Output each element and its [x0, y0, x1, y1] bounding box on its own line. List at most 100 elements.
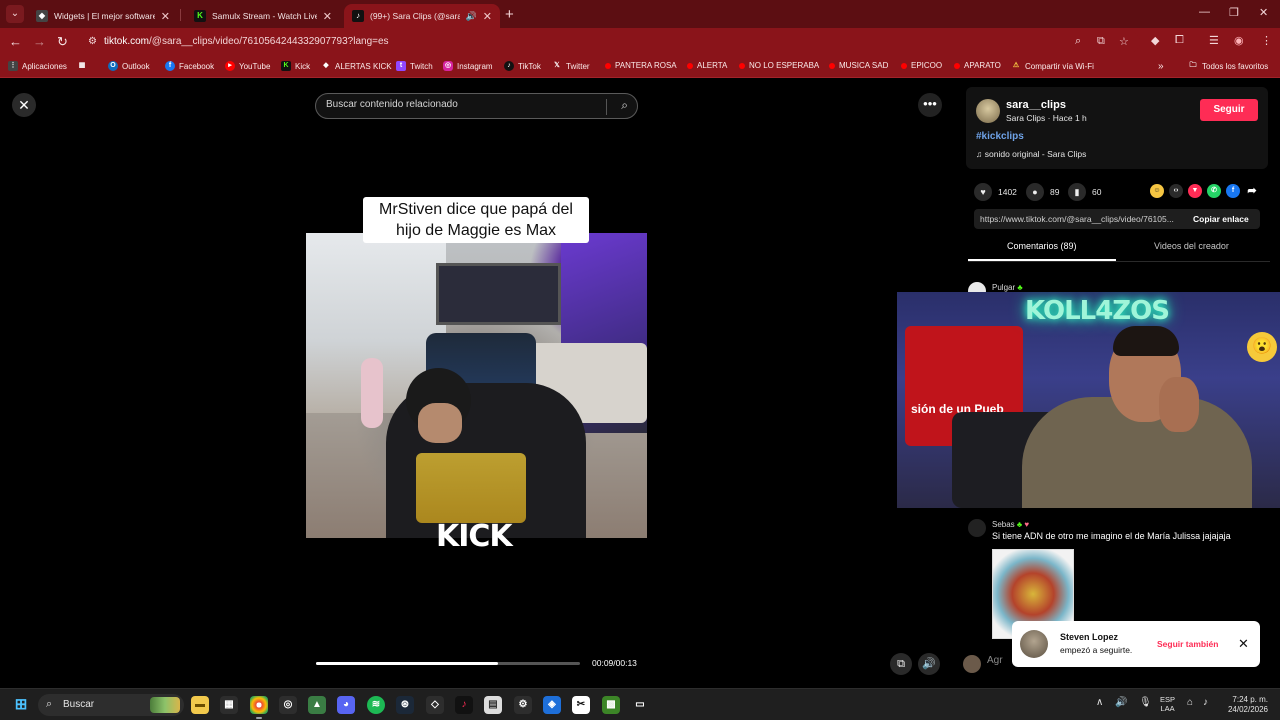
show-hidden-icons[interactable]: ∧	[1096, 697, 1103, 708]
related-search-input[interactable]	[326, 99, 596, 110]
file-explorer-icon[interactable]: ▬	[191, 696, 209, 714]
forward-icon[interactable]: →	[33, 34, 46, 49]
video-frame[interactable]	[306, 233, 647, 538]
volume-icon[interactable]: 🔊	[918, 653, 940, 675]
notepad-icon[interactable]: ▤	[484, 696, 502, 714]
close-window-icon[interactable]: ✕	[1259, 6, 1268, 19]
install-app-icon[interactable]: ⧉	[1097, 35, 1105, 48]
minimize-icon[interactable]: —	[1199, 6, 1210, 18]
share-link-url[interactable]: https://www.tiktok.com/@sara__clips/vide…	[980, 214, 1180, 224]
close-tab-icon[interactable]: ✕	[323, 10, 332, 23]
bookmark-aplicaciones[interactable]: ⋮ Aplicaciones	[8, 61, 67, 71]
minecraft-icon[interactable]: ▩	[602, 696, 620, 714]
spotify-icon[interactable]: ≋	[367, 696, 385, 714]
creator-avatar[interactable]	[976, 99, 1000, 123]
discord-icon[interactable]: ◕	[337, 696, 355, 714]
bookmark-kick[interactable]: K Kick	[281, 61, 310, 71]
bookmark-facebook[interactable]: f Facebook	[165, 61, 214, 71]
bookmark-instagram[interactable]: ◎ Instagram	[443, 61, 493, 71]
repost-icon[interactable]: ☺	[1150, 184, 1164, 198]
microphone-icon[interactable]: 🎙	[1139, 697, 1152, 708]
like-button[interactable]: ♥ 1402	[974, 183, 1017, 201]
follow-back-button[interactable]: Seguir también	[1157, 639, 1218, 649]
follow-button[interactable]: Seguir	[1200, 99, 1258, 121]
tab-comments[interactable]: Comentarios (89)	[1007, 241, 1077, 251]
chrome-menu-icon[interactable]: ⋮	[1261, 34, 1272, 47]
tab-widgets[interactable]: ◆ Widgets | El mejor software pa ✕	[28, 4, 178, 28]
back-icon[interactable]: ←	[9, 34, 22, 49]
app-icon[interactable]: ◇	[426, 696, 444, 714]
save-button[interactable]: ▮ 60	[1068, 183, 1101, 201]
chrome-dev-icon[interactable]: ◎	[279, 696, 297, 714]
app-icon[interactable]: ◈	[543, 696, 561, 714]
more-options-icon[interactable]: •••	[918, 93, 942, 117]
embed-icon[interactable]: ‹›	[1169, 184, 1183, 198]
extension-icon[interactable]: ◆	[1151, 34, 1159, 47]
url-text[interactable]: tiktok.com/@sara__clips/video/7610564244…	[104, 36, 389, 47]
picture-in-picture-icon[interactable]: ⧉	[890, 653, 912, 675]
windows-start-icon[interactable]: ⊞	[12, 696, 30, 714]
app-icon[interactable]: ▭	[631, 696, 649, 714]
chrome-icon[interactable]	[250, 696, 268, 714]
bookmark-youtube[interactable]: ▸ YouTube	[225, 61, 270, 71]
comment-input[interactable]: Agr	[987, 655, 1003, 666]
send-icon[interactable]: ▼	[1188, 184, 1202, 198]
bookmark-aparato[interactable]: APARATO	[954, 61, 1001, 70]
bookmark-no-lo-esperaba[interactable]: NO LO ESPERABA	[739, 61, 819, 70]
bookmark-grid[interactable]: ▦	[77, 61, 87, 71]
related-search-bar[interactable]: ⌕	[315, 93, 638, 119]
all-bookmarks-folder[interactable]: 🗀 Todos los favoritos	[1188, 61, 1269, 71]
bookmark-twitch[interactable]: t Twitch	[396, 61, 433, 71]
bookmark-star-icon[interactable]: ☆	[1119, 35, 1129, 48]
video-progress-bar[interactable]	[316, 662, 580, 665]
tab-creator-videos[interactable]: Videos del creador	[1154, 241, 1229, 251]
store-icon[interactable]: ▦	[220, 696, 238, 714]
address-bar[interactable]: ⚙ tiktok.com/@sara__clips/video/76105642…	[80, 31, 1140, 53]
bookmark-musica-sad[interactable]: MUSICA SAD	[829, 61, 888, 70]
bookmark-pantera-rosa[interactable]: PANTERA ROSA	[605, 61, 677, 70]
comment-username[interactable]: Sebas ♣ ♥	[992, 520, 1029, 529]
whatsapp-icon[interactable]: ✆	[1207, 184, 1221, 198]
video-player[interactable]: ⌕ MrStiven dice que papá del hijo de Mag…	[306, 79, 647, 688]
close-tab-icon[interactable]: ✕	[483, 10, 492, 23]
speaker-tray-icon[interactable]: 🔊	[1115, 697, 1127, 708]
new-tab-button[interactable]: +	[505, 6, 514, 23]
bookmark-alerta[interactable]: ALERTA	[687, 61, 727, 70]
capcut-icon[interactable]: ✂	[572, 696, 590, 714]
bookmark-compartir-wifi[interactable]: ⚠ Compartir vía Wi-Fi	[1011, 61, 1094, 71]
bookmark-alertas-kick[interactable]: ◆ ALERTAS KICK	[321, 61, 391, 71]
site-info-icon[interactable]: ⚙	[88, 36, 97, 47]
network-icon[interactable]: ⌂	[1187, 697, 1193, 708]
bookmark-twitter[interactable]: 𝕏 Twitter	[552, 61, 589, 71]
steam-icon[interactable]: ⊛	[396, 696, 414, 714]
sound-link[interactable]: ♫ sonido original - Sara Clips	[976, 149, 1086, 159]
tiktok-app-icon[interactable]: ♪	[455, 696, 473, 714]
copy-link-button[interactable]: Copiar enlace	[1193, 214, 1249, 224]
reload-icon[interactable]: ↻	[57, 34, 68, 50]
toast-avatar[interactable]	[1020, 630, 1048, 658]
close-toast-icon[interactable]: ✕	[1238, 636, 1249, 652]
search-icon[interactable]: ⌕	[621, 98, 628, 113]
close-video-button[interactable]: ✕	[12, 93, 36, 117]
reading-list-icon[interactable]: ☰	[1209, 34, 1219, 47]
profile-avatar-icon[interactable]: ◉	[1234, 34, 1244, 47]
tab-sara-clips[interactable]: ♪ (99+) Sara Clips (@sara__clip 🔊 ✕	[344, 4, 500, 28]
more-bookmarks-icon[interactable]: »	[1158, 61, 1164, 72]
tab-search-button[interactable]: ⌄	[6, 5, 24, 23]
bookmark-tiktok[interactable]: ♪ TikTok	[504, 61, 541, 71]
comment-username[interactable]: Pulgar ♣	[992, 283, 1023, 292]
hashtag-link[interactable]: #kickclips	[976, 131, 1024, 142]
volume-tray-icon[interactable]: ♪	[1203, 697, 1208, 708]
zoom-icon[interactable]: ⌕	[1075, 35, 1081, 48]
settings-icon[interactable]: ⚙	[514, 696, 532, 714]
creator-username[interactable]: sara__clips	[1006, 99, 1066, 111]
taskbar-search[interactable]: ⌕ Buscar	[38, 694, 184, 716]
tab-audio-icon[interactable]: 🔊	[466, 11, 477, 22]
extensions-puzzle-icon[interactable]: ⧠	[1175, 34, 1184, 47]
facebook-share-icon[interactable]: f	[1226, 184, 1240, 198]
comment-button[interactable]: ● 89	[1026, 183, 1059, 201]
restore-icon[interactable]: ❐	[1229, 6, 1239, 19]
bookmark-epicoo[interactable]: EPICOO	[901, 61, 942, 70]
bookmark-outlook[interactable]: O Outlook	[108, 61, 150, 71]
clock[interactable]: 7:24 p. m. 24/02/2026	[1224, 695, 1268, 715]
